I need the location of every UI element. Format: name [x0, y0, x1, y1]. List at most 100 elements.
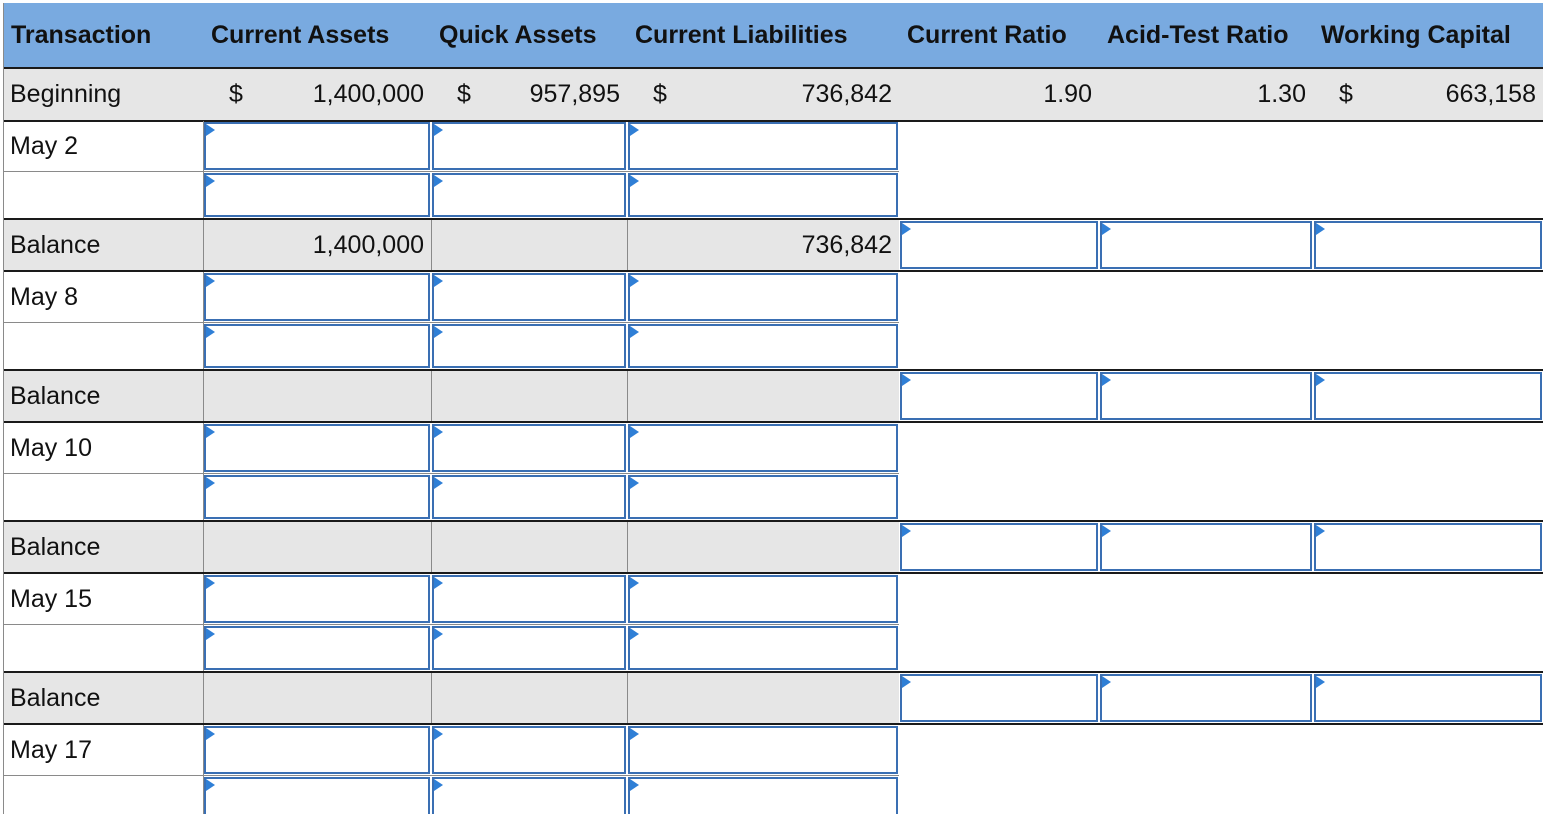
may-17-quick-assets-input-2[interactable] — [432, 777, 626, 814]
column-divider — [203, 673, 204, 723]
may-2-current-assets-input-1[interactable] — [204, 122, 430, 170]
may-10-quick-assets-input-1[interactable] — [432, 424, 626, 472]
column-header-acid-test-ratio: Acid-Test Ratio — [1099, 3, 1313, 67]
may-8-quick-assets-input-2[interactable] — [432, 324, 626, 368]
row-divider — [3, 270, 1543, 272]
transaction-label-may-15: May 15 — [10, 584, 92, 613]
input-marker-icon — [206, 426, 215, 438]
beginning-quick-assets-value: 957,895 — [529, 80, 620, 108]
column-divider — [203, 371, 204, 421]
beginning-label: Beginning — [10, 80, 122, 108]
may-15-current-liabilities-input-1[interactable] — [628, 575, 898, 623]
may-17-current-liabilities-input-2[interactable] — [628, 777, 898, 814]
may-15-current-liabilities-input-2[interactable] — [628, 626, 898, 670]
may-8-current-liabilities-input-2[interactable] — [628, 324, 898, 368]
input-marker-icon — [206, 124, 215, 136]
beginning-current-assets-value: 1,400,000 — [312, 80, 424, 108]
balance-may-10-acid-test-ratio-input[interactable] — [1100, 523, 1312, 571]
may-8-current-liabilities-input-1[interactable] — [628, 273, 898, 321]
may-15-current-assets-input-1[interactable] — [204, 575, 430, 623]
input-marker-icon — [1316, 676, 1325, 688]
column-divider — [627, 220, 628, 270]
input-marker-icon — [902, 223, 911, 235]
ratio-analysis-table: Transaction Current Assets Quick Assets Cur… — [3, 3, 1543, 814]
balance-may-2-acid-test-ratio-input[interactable] — [1100, 221, 1312, 269]
row-divider — [3, 775, 899, 776]
input-marker-icon — [206, 728, 215, 740]
input-marker-icon — [434, 124, 443, 136]
row-divider — [3, 624, 899, 625]
input-marker-icon — [434, 326, 443, 338]
may-10-quick-assets-input-2[interactable] — [432, 475, 626, 519]
may-2-current-liabilities-input-1[interactable] — [628, 122, 898, 170]
column-divider — [431, 220, 432, 270]
input-marker-icon — [434, 175, 443, 187]
balance-may-8-acid-test-ratio-input[interactable] — [1100, 372, 1312, 420]
may-10-current-assets-input-1[interactable] — [204, 424, 430, 472]
column-divider — [203, 522, 204, 572]
may-17-current-assets-input-1[interactable] — [204, 726, 430, 774]
input-marker-icon — [434, 728, 443, 740]
column-divider — [431, 371, 432, 421]
column-header-transaction: Transaction — [3, 3, 203, 67]
currency-symbol: $ — [229, 80, 243, 108]
column-divider — [203, 574, 204, 671]
input-marker-icon — [902, 374, 911, 386]
may-15-current-assets-input-2[interactable] — [204, 626, 430, 670]
column-divider — [627, 522, 628, 572]
column-header-working-capital: Working Capital — [1313, 3, 1543, 67]
input-marker-icon — [630, 728, 639, 740]
input-marker-icon — [630, 577, 639, 589]
input-marker-icon — [434, 426, 443, 438]
input-marker-icon — [206, 175, 215, 187]
currency-symbol: $ — [653, 80, 667, 108]
may-10-current-liabilities-input-1[interactable] — [628, 424, 898, 472]
may-8-current-assets-input-1[interactable] — [204, 273, 430, 321]
column-divider — [431, 673, 432, 723]
may-17-quick-assets-input-1[interactable] — [432, 726, 626, 774]
input-marker-icon — [630, 175, 639, 187]
may-2-current-liabilities-input-2[interactable] — [628, 173, 898, 217]
may-10-current-assets-input-2[interactable] — [204, 475, 430, 519]
may-2-current-assets-input-2[interactable] — [204, 173, 430, 217]
may-17-current-assets-input-2[interactable] — [204, 777, 430, 814]
column-divider — [203, 272, 204, 369]
row-divider — [3, 723, 1543, 725]
may-10-current-liabilities-input-2[interactable] — [628, 475, 898, 519]
balance-may-8-working-capital-input[interactable] — [1314, 372, 1542, 420]
input-marker-icon — [206, 628, 215, 640]
input-marker-icon — [1102, 223, 1111, 235]
may-2-quick-assets-input-1[interactable] — [432, 122, 626, 170]
balance-may-8-current-ratio-input[interactable] — [900, 372, 1098, 420]
column-header-current-assets: Current Assets — [203, 3, 431, 67]
input-marker-icon — [434, 779, 443, 791]
input-marker-icon — [206, 275, 215, 287]
may-8-quick-assets-input-1[interactable] — [432, 273, 626, 321]
transaction-label-may-8: May 8 — [10, 282, 79, 311]
balance-may-15-current-ratio-input[interactable] — [900, 674, 1098, 722]
may-8-current-assets-input-2[interactable] — [204, 324, 430, 368]
may-15-quick-assets-input-2[interactable] — [432, 626, 626, 670]
balance-may-15-acid-test-ratio-input[interactable] — [1100, 674, 1312, 722]
input-marker-icon — [902, 676, 911, 688]
balance-may-10-current-ratio-input[interactable] — [900, 523, 1098, 571]
may-17-current-liabilities-input-1[interactable] — [628, 726, 898, 774]
balance-may-2-working-capital-input[interactable] — [1314, 221, 1542, 269]
beginning-current-liabilities-value: 736,842 — [801, 80, 892, 108]
input-marker-icon — [1102, 525, 1111, 537]
may-2-quick-assets-input-2[interactable] — [432, 173, 626, 217]
input-marker-icon — [206, 577, 215, 589]
column-divider — [203, 220, 204, 270]
may-15-quick-assets-input-1[interactable] — [432, 575, 626, 623]
balance-may-2-current-ratio-input[interactable] — [900, 221, 1098, 269]
input-marker-icon — [902, 525, 911, 537]
balance-current-liabilities-value: 736,842 — [801, 230, 892, 259]
input-marker-icon — [434, 477, 443, 489]
balance-label: Balance — [10, 532, 101, 561]
balance-may-10-working-capital-input[interactable] — [1314, 523, 1542, 571]
balance-may-15-working-capital-input[interactable] — [1314, 674, 1542, 722]
input-marker-icon — [630, 124, 639, 136]
input-marker-icon — [630, 326, 639, 338]
row-divider — [3, 171, 899, 172]
beginning-working-capital-value: 663,158 — [1445, 80, 1536, 108]
